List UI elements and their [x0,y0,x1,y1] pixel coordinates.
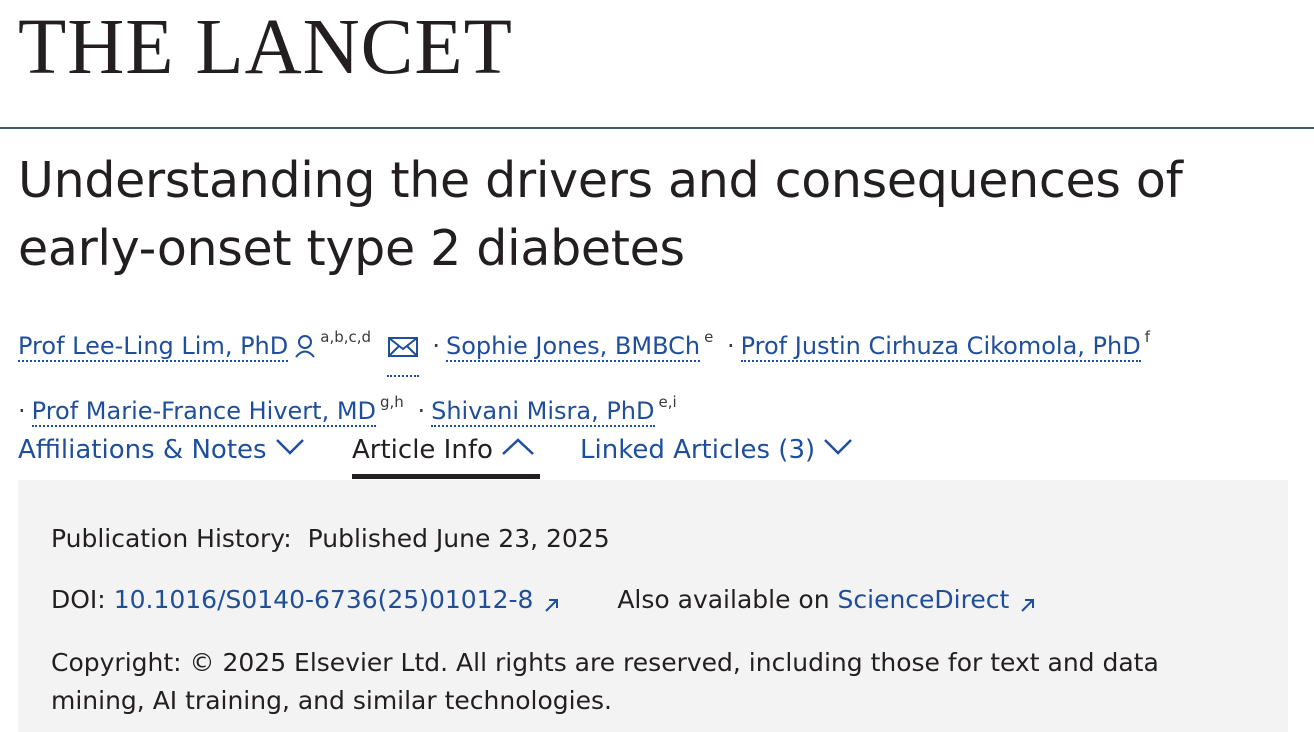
author-separator: · [432,332,440,360]
publication-history-value: Published June 23, 2025 [307,524,610,553]
publication-history: Publication History: Published June 23, … [51,524,610,553]
tab-article-info[interactable]: Article Info [352,428,535,470]
journal-logo[interactable]: THE LANCET [18,8,513,87]
author-separator: · [417,397,426,425]
author-link-hivert[interactable]: Prof Marie-France Hivert, MD [31,397,377,427]
tab-affiliations-notes[interactable]: Affiliations & Notes [18,428,305,470]
article-info-panel: Publication History: Published June 23, … [18,480,1288,732]
article-title: Understanding the drivers and consequenc… [18,147,1308,283]
author-link-jones[interactable]: Sophie Jones, BMBCh [445,332,701,362]
author-affiliation-sup: e,i [658,393,677,411]
tab-label: Affiliations & Notes [18,435,267,465]
article-tabs: Affiliations & Notes Article Info Linked… [18,424,1288,482]
active-tab-indicator [352,474,540,479]
author-affiliation-sup: f [1144,328,1150,346]
external-link-icon[interactable] [543,591,561,620]
copyright-notice: Copyright: © 2025 Elsevier Ltd. All righ… [51,648,1159,715]
author-link-misra[interactable]: Shivani Misra, PhD [431,397,655,427]
person-icon [294,325,316,375]
external-link-icon[interactable] [1019,591,1037,620]
tab-label: Article Info [352,435,493,465]
also-available-label: Also available on [617,585,830,614]
author-link-cikomola[interactable]: Prof Justin Cirhuza Cikomola, PhD [740,332,1141,362]
article-title-line-2: early-onset type 2 diabetes [18,220,685,277]
tab-label: Linked Articles (3) [580,435,816,465]
author-affiliation-sup: a,b,c,d [320,328,372,346]
author-list: Prof Lee-Ling Lim, PhD a,b,c,d · Sophie J… [18,312,1310,436]
doi-row: DOI: 10.1016/S0140-6736(25)01012-8 Also … [51,585,1037,620]
chevron-up-icon [501,428,535,468]
article-title-line-1: Understanding the drivers and consequenc… [18,152,1183,209]
author-affiliation-sup: e [704,328,714,346]
author-separator: · [726,332,735,360]
email-icon[interactable] [386,325,419,377]
publication-history-label: Publication History: [51,524,292,553]
masthead-divider [0,127,1314,129]
author-separator: · [18,397,26,425]
chevron-down-icon [275,428,305,468]
chevron-down-icon [823,428,853,468]
author-affiliation-sup: g,h [380,393,404,411]
sciencedirect-link[interactable]: ScienceDirect [838,585,1010,614]
tab-linked-articles[interactable]: Linked Articles (3) [580,428,853,470]
doi-label: DOI: [51,585,106,614]
author-link-lim[interactable]: Prof Lee-Ling Lim, PhD [18,332,289,362]
doi-link[interactable]: 10.1016/S0140-6736(25)01012-8 [114,585,534,614]
